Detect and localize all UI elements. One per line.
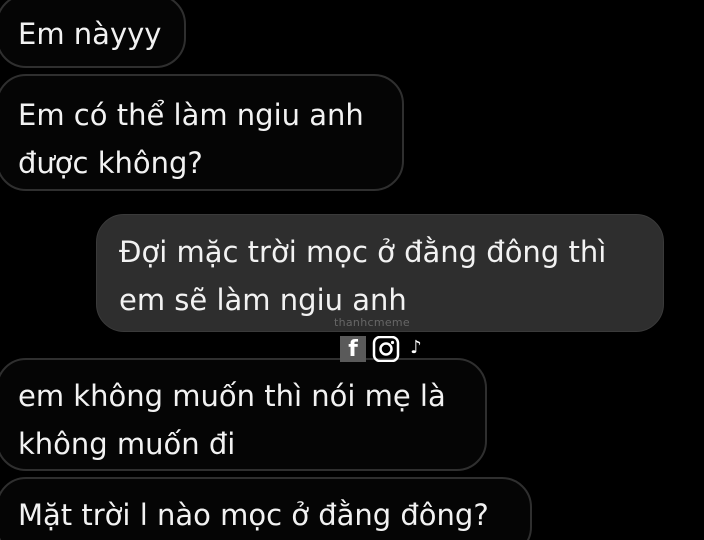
message-bubble-incoming[interactable]: Em có thể làm ngiu anh được không? <box>0 74 404 191</box>
instagram-icon <box>372 335 400 363</box>
message-bubble-outgoing[interactable]: Đợi mặc trời mọc ở đằng đông thì em sẽ l… <box>96 214 664 332</box>
tiktok-icon: ♪ <box>410 337 422 358</box>
facebook-icon: f <box>340 336 366 362</box>
message-bubble-incoming[interactable]: em không muốn thì nói mẹ là không muốn đ… <box>0 358 487 471</box>
message-bubble-incoming[interactable]: Em nàyyy <box>0 0 186 68</box>
message-bubble-incoming[interactable]: Mặt trời l nào mọc ở đằng đông? <box>0 477 532 540</box>
watermark-text: thanhcmeme <box>334 316 410 329</box>
watermark: thanhcmeme f ♪ <box>330 316 450 366</box>
